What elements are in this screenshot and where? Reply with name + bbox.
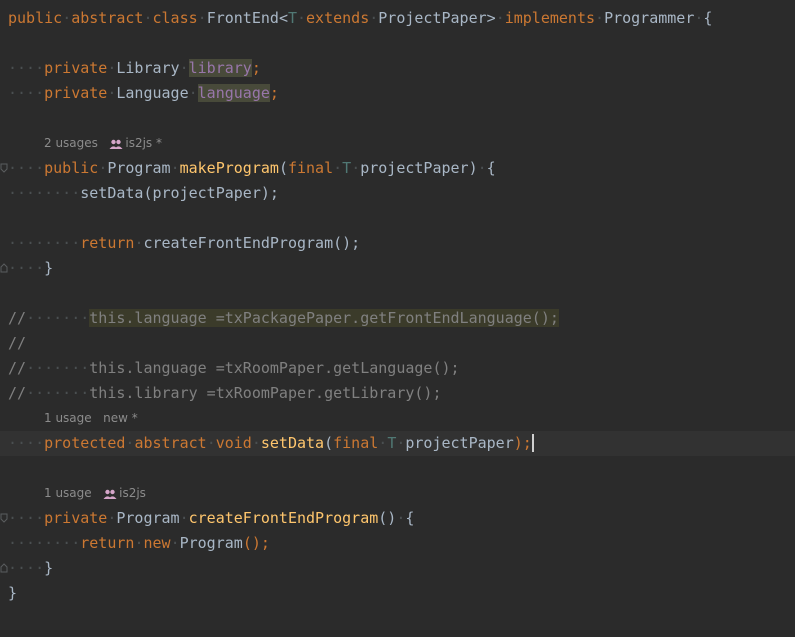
- code-line-abstract-set-data[interactable]: ····protected·abstract·void·setData(fina…: [0, 431, 795, 456]
- author-link[interactable]: new *: [103, 411, 138, 425]
- comment-slashes: //: [8, 384, 27, 402]
- comment-slashes: //: [8, 334, 27, 352]
- field-name-language[interactable]: language: [197, 84, 270, 102]
- usages-link[interactable]: 1 usage: [44, 486, 92, 500]
- close-brace: }: [8, 584, 18, 602]
- keyword-abstract: abstract: [71, 9, 144, 27]
- code-line-comment-language-room[interactable]: //·······this.language =txRoomPaper.getL…: [0, 356, 795, 381]
- code-editor[interactable]: public·abstract·class·FrontEnd<T·extends…: [0, 0, 795, 637]
- paren-open: (: [324, 434, 334, 452]
- usages-link[interactable]: 1 usage: [44, 411, 92, 425]
- fold-marker-icon[interactable]: [0, 163, 8, 173]
- comment-text: this.language =txPackagePaper.getFrontEn…: [89, 309, 559, 327]
- usages-link[interactable]: 2 usages: [44, 136, 98, 150]
- semicolon: ;: [251, 59, 261, 77]
- keyword-return: return: [80, 234, 135, 252]
- fold-marker-icon[interactable]: [0, 263, 8, 273]
- return-type[interactable]: Program: [116, 509, 179, 527]
- semicolon: ;: [269, 84, 279, 102]
- return-type[interactable]: Program: [107, 159, 170, 177]
- call-arguments: (projectPaper);: [143, 184, 279, 202]
- inlay-hint-make-program: 2 usages is2js *: [0, 131, 795, 156]
- code-line-language-field[interactable]: ····private·Language·language;: [0, 81, 795, 106]
- code-line-library-field[interactable]: ····private·Library·library;: [0, 56, 795, 81]
- inlay-hint-create-program: 1 usage is2js: [0, 481, 795, 506]
- keyword-private: private: [44, 509, 108, 527]
- keyword-public: public: [44, 159, 99, 177]
- code-line-class-close-brace[interactable]: }: [0, 581, 795, 606]
- author-link[interactable]: is2js *: [125, 136, 162, 150]
- field-name-library[interactable]: library: [188, 59, 252, 77]
- method-name-set-data[interactable]: setData: [261, 434, 324, 452]
- constructor-type[interactable]: Program: [180, 534, 243, 552]
- inlay-hint-set-data: 1 usage new *: [0, 406, 795, 431]
- comment-slashes: //: [8, 359, 27, 377]
- open-brace: {: [486, 159, 496, 177]
- text-caret: [531, 434, 534, 452]
- code-line-return-new[interactable]: ········return·new·Program();: [0, 531, 795, 556]
- angle-open: <: [278, 9, 288, 27]
- comment-text: this.language =txRoomPaper.getLanguage()…: [89, 359, 460, 377]
- keyword-abstract: abstract: [134, 434, 207, 452]
- code-line-create-program[interactable]: ····private·Program·createFrontEndProgra…: [0, 506, 795, 531]
- bound-type[interactable]: ProjectPaper: [378, 9, 486, 27]
- parameter-name[interactable]: projectPaper: [405, 434, 513, 452]
- method-name-make-program[interactable]: makeProgram: [180, 159, 279, 177]
- open-brace: {: [405, 509, 415, 527]
- angle-close: >: [486, 9, 496, 27]
- fold-marker-icon[interactable]: [0, 563, 8, 573]
- code-line-comment-library-room[interactable]: //·······this.library =txRoomPaper.getLi…: [0, 381, 795, 406]
- call-tail: ();: [333, 234, 361, 252]
- statement-tail: ();: [242, 534, 270, 552]
- author-link[interactable]: is2js: [119, 486, 146, 500]
- fold-marker-icon[interactable]: [0, 513, 8, 523]
- keyword-public: public: [8, 9, 63, 27]
- code-line-set-data-call[interactable]: ········setData(projectPaper);: [0, 181, 795, 206]
- code-line-close-brace[interactable]: ····}: [0, 256, 795, 281]
- field-type[interactable]: Language: [116, 84, 188, 102]
- code-line-comment-empty[interactable]: //: [0, 331, 795, 356]
- users-icon: [109, 139, 123, 149]
- method-name-create-front-end-program[interactable]: createFrontEndProgram: [189, 509, 379, 527]
- paren-open: (: [278, 159, 288, 177]
- comment-slashes: //: [8, 309, 27, 327]
- keyword-implements: implements: [504, 9, 596, 27]
- keyword-protected: protected: [44, 434, 126, 452]
- class-name[interactable]: FrontEnd: [207, 9, 279, 27]
- code-line-close-brace[interactable]: ····}: [0, 556, 795, 581]
- parameter-name[interactable]: projectPaper: [360, 159, 468, 177]
- close-brace: }: [44, 559, 54, 577]
- keyword-new: new: [143, 534, 171, 552]
- type-parameter[interactable]: T: [288, 9, 297, 27]
- type-parameter[interactable]: T: [342, 159, 351, 177]
- keyword-void: void: [215, 434, 252, 452]
- paren-pair: (): [378, 509, 397, 527]
- code-line-class-declaration[interactable]: public·abstract·class·FrontEnd<T·extends…: [0, 6, 795, 31]
- code-line-return[interactable]: ········return·createFrontEndProgram();: [0, 231, 795, 256]
- keyword-return: return: [80, 534, 135, 552]
- keyword-final: final: [333, 434, 379, 452]
- type-parameter[interactable]: T: [387, 434, 396, 452]
- paren-close: ): [468, 159, 478, 177]
- code-line-make-program[interactable]: ····public·Program·makeProgram(final·T·p…: [0, 156, 795, 181]
- users-icon: [103, 489, 117, 499]
- interface-name[interactable]: Programmer: [604, 9, 694, 27]
- keyword-class: class: [152, 9, 198, 27]
- code-line-comment-language-package[interactable]: //·······this.language =txPackagePaper.g…: [0, 306, 795, 331]
- keyword-private: private: [44, 84, 108, 102]
- field-type[interactable]: Library: [116, 59, 179, 77]
- method-call-set-data[interactable]: setData: [80, 184, 143, 202]
- statement-tail: );: [513, 434, 532, 452]
- open-brace: {: [703, 9, 713, 27]
- method-call-create-front-end-program[interactable]: createFrontEndProgram: [143, 234, 333, 252]
- keyword-private: private: [44, 59, 108, 77]
- close-brace: }: [44, 259, 54, 277]
- keyword-extends: extends: [306, 9, 370, 27]
- comment-text: this.library =txRoomPaper.getLibrary();: [89, 384, 442, 402]
- keyword-final: final: [287, 159, 334, 177]
